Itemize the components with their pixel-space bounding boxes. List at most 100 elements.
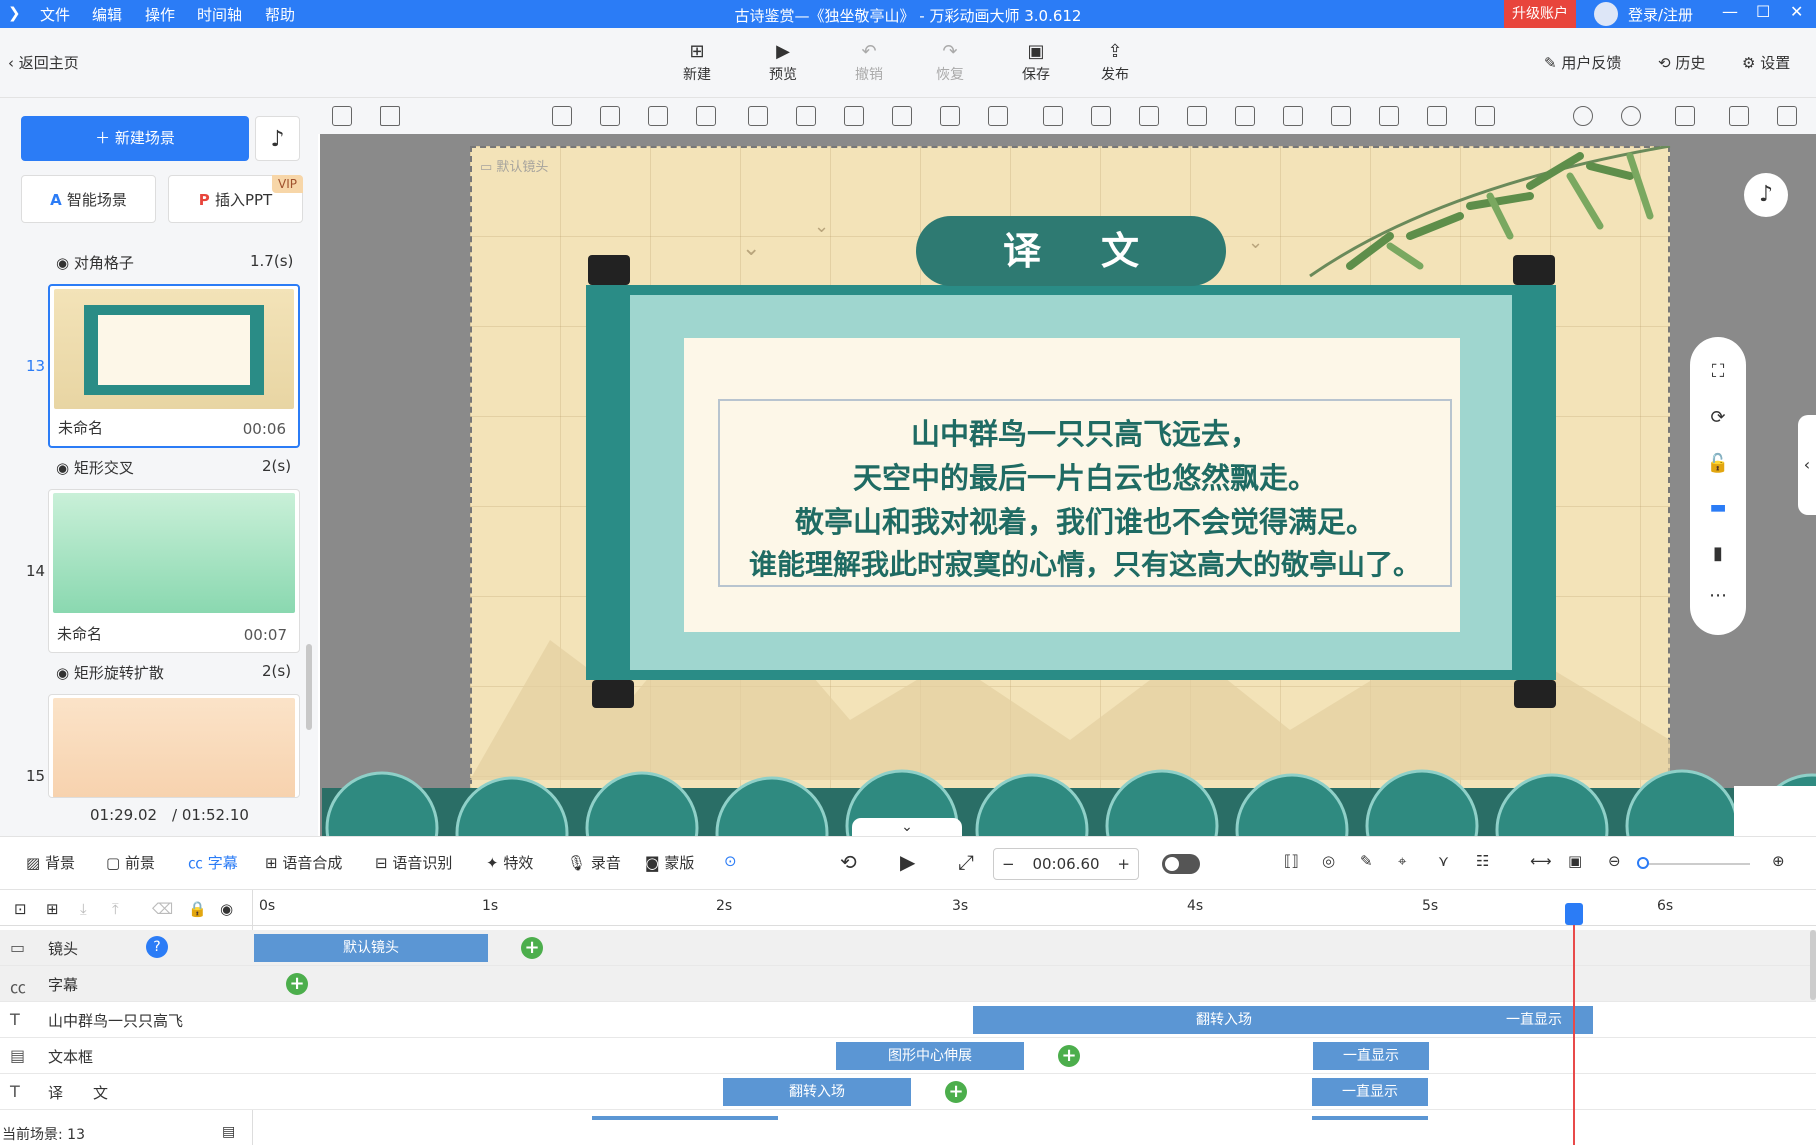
fullscreen-icon[interactable]: ⛶ [1706, 361, 1730, 385]
history-button[interactable]: ⟲ 历史 [1658, 52, 1705, 73]
copy-icon[interactable] [1729, 106, 1749, 126]
track-text[interactable]: T 山中群鸟一只只高飞 翻转入场 一直显示 [0, 1002, 1816, 1038]
ruler-icon[interactable] [332, 106, 352, 126]
track-camera[interactable]: ▭ 镜头 ? 默认镜头 + [0, 930, 1816, 966]
align-center-v-icon[interactable] [1091, 106, 1111, 126]
transition-item[interactable]: ◉ 矩形旋转扩散 [56, 662, 164, 683]
paste-icon[interactable] [1777, 106, 1797, 126]
help-icon[interactable]: ? [146, 936, 168, 958]
delete-icon[interactable] [940, 106, 960, 126]
minimize-icon[interactable]: — [1722, 2, 1738, 21]
zoom-slider[interactable] [1640, 863, 1750, 865]
path-icon[interactable]: ⌖ [1398, 852, 1406, 870]
timeline-clip-partial[interactable] [1312, 1116, 1428, 1120]
scene-thumbnail[interactable]: 未命名 00:07 [48, 489, 300, 653]
timeline-scrollbar[interactable] [1810, 930, 1816, 1000]
folder-icon[interactable]: ⊡ [14, 900, 27, 918]
tab-asr[interactable]: ⊟ 语音识别 [375, 852, 452, 873]
track-textbox[interactable]: ▤ 文本框 图形中心伸展 + 一直显示 [0, 1038, 1816, 1074]
undo-button[interactable]: ↶ 撤销 [839, 40, 899, 84]
plus-icon[interactable]: + [1117, 849, 1130, 879]
edit-icon[interactable]: ✎ [1360, 852, 1373, 870]
tab-record[interactable]: 🎙 录音 [567, 852, 621, 873]
align-right-icon[interactable] [1283, 106, 1303, 126]
time-value[interactable]: 00:06.60 [1032, 855, 1099, 873]
home-icon[interactable] [380, 106, 400, 126]
move-down-icon[interactable]: ⤓ [80, 900, 87, 918]
timeline-clip[interactable]: 默认镜头 [254, 934, 488, 962]
align-bottom-icon[interactable] [552, 106, 572, 126]
playhead[interactable] [1573, 906, 1575, 1145]
minimap-icon[interactable] [1734, 786, 1816, 836]
scene-list-scrollbar[interactable] [306, 644, 312, 730]
frame-icon[interactable]: ⟦⟧ [1284, 852, 1299, 870]
scene-thumbnail[interactable] [48, 694, 300, 798]
align-left-icon[interactable] [1235, 106, 1255, 126]
layer-up-icon[interactable] [696, 106, 716, 126]
align-middle-icon[interactable] [1331, 106, 1351, 126]
actual-size-icon[interactable]: ▣ [1568, 852, 1582, 870]
flip-vertical-icon[interactable] [796, 106, 816, 126]
publish-button[interactable]: ⇪ 发布 [1085, 40, 1145, 84]
lock-icon[interactable]: 🔒 [188, 900, 207, 918]
tab-subtitle[interactable]: ㏄ 字幕 [188, 852, 238, 873]
add-keyframe-icon[interactable]: + [521, 937, 543, 959]
zoom-slider-thumb[interactable] [1637, 857, 1649, 869]
eye-icon[interactable]: ◉ [220, 900, 233, 918]
timeline-clip-partial[interactable] [592, 1116, 778, 1120]
maximize-icon[interactable]: ☐ [1756, 2, 1770, 21]
new-button[interactable]: ⊞ 新建 [667, 40, 727, 84]
flip-horizontal-icon[interactable] [748, 106, 768, 126]
fit-icon[interactable] [988, 106, 1008, 126]
replay-icon[interactable]: ⟲ [840, 850, 857, 874]
transition-item[interactable]: ◉ 矩形交叉 [56, 457, 134, 478]
lock-icon[interactable] [844, 106, 864, 126]
timeline-clip[interactable]: 一直显示 [1475, 1006, 1593, 1034]
distribute-h-icon[interactable] [1139, 106, 1159, 126]
align-top-edge-icon[interactable] [1379, 106, 1399, 126]
settings-button[interactable]: ⚙ 设置 [1742, 52, 1790, 73]
add-keyframe-icon[interactable]: + [945, 1081, 967, 1103]
timeline-clip[interactable]: 一直显示 [1312, 1078, 1428, 1106]
zoom-in-icon[interactable]: ⊕ [1772, 852, 1785, 870]
more-tabs-icon[interactable]: ⊙ [724, 852, 737, 870]
landscape-icon[interactable]: ▬ [1706, 497, 1730, 521]
back-home-button[interactable]: ‹ 返回主页 [8, 52, 79, 73]
add-keyframe-icon[interactable]: + [1058, 1045, 1080, 1067]
trash-icon[interactable]: ⌫ [152, 900, 173, 918]
rotate-icon[interactable] [892, 106, 912, 126]
feedback-button[interactable]: ✎ 用户反馈 [1544, 52, 1621, 73]
music-note-icon[interactable]: ♪ [255, 116, 300, 161]
new-folder-icon[interactable]: ⊞ [46, 900, 59, 918]
unlock-icon[interactable] [1675, 106, 1695, 126]
close-icon[interactable]: ✕ [1790, 2, 1803, 21]
timeline-clip[interactable]: 翻转入场 [723, 1078, 911, 1106]
title-banner[interactable]: 译文 [916, 216, 1226, 286]
tab-mask[interactable]: ◙ 蒙版 [645, 852, 694, 873]
smart-scene-button[interactable]: A 智能场景 [21, 175, 156, 223]
toggle-switch[interactable] [1162, 854, 1200, 874]
list-icon[interactable]: ▤ [222, 1124, 235, 1140]
align-center-h-icon[interactable] [1043, 106, 1063, 126]
redo-button[interactable]: ↷ 恢复 [920, 40, 980, 84]
avatar[interactable] [1594, 2, 1618, 26]
time-stepper[interactable]: − 00:06.60 + [993, 848, 1139, 880]
tab-effects[interactable]: ✦ 特效 [486, 852, 533, 873]
save-button[interactable]: ▣ 保存 [1006, 40, 1066, 84]
adjust-icon[interactable]: ☷ [1476, 852, 1489, 870]
align-bottom-edge-icon[interactable] [1427, 106, 1447, 126]
rotate-device-icon[interactable]: ⟳ [1706, 407, 1730, 431]
align-top-icon[interactable] [600, 106, 620, 126]
fit-width-icon[interactable]: ⟷ [1530, 852, 1552, 870]
timeline-clip[interactable]: 图形中心伸展 [836, 1042, 1024, 1070]
collapse-panel-icon[interactable]: ‹ [1798, 415, 1816, 515]
timeline-clip[interactable]: 一直显示 [1313, 1042, 1429, 1070]
space-even-icon[interactable] [1475, 106, 1495, 126]
tab-foreground[interactable]: ▢ 前景 [106, 852, 155, 873]
zoom-out-icon[interactable]: ⊖ [1608, 852, 1621, 870]
layer-down-icon[interactable] [648, 106, 668, 126]
music-float-icon[interactable]: ♪ [1744, 173, 1788, 217]
preview-button[interactable]: ▶ 预览 [753, 40, 813, 84]
upgrade-button[interactable]: 升级账户 [1504, 0, 1576, 28]
play-icon[interactable]: ▶ [900, 850, 915, 874]
